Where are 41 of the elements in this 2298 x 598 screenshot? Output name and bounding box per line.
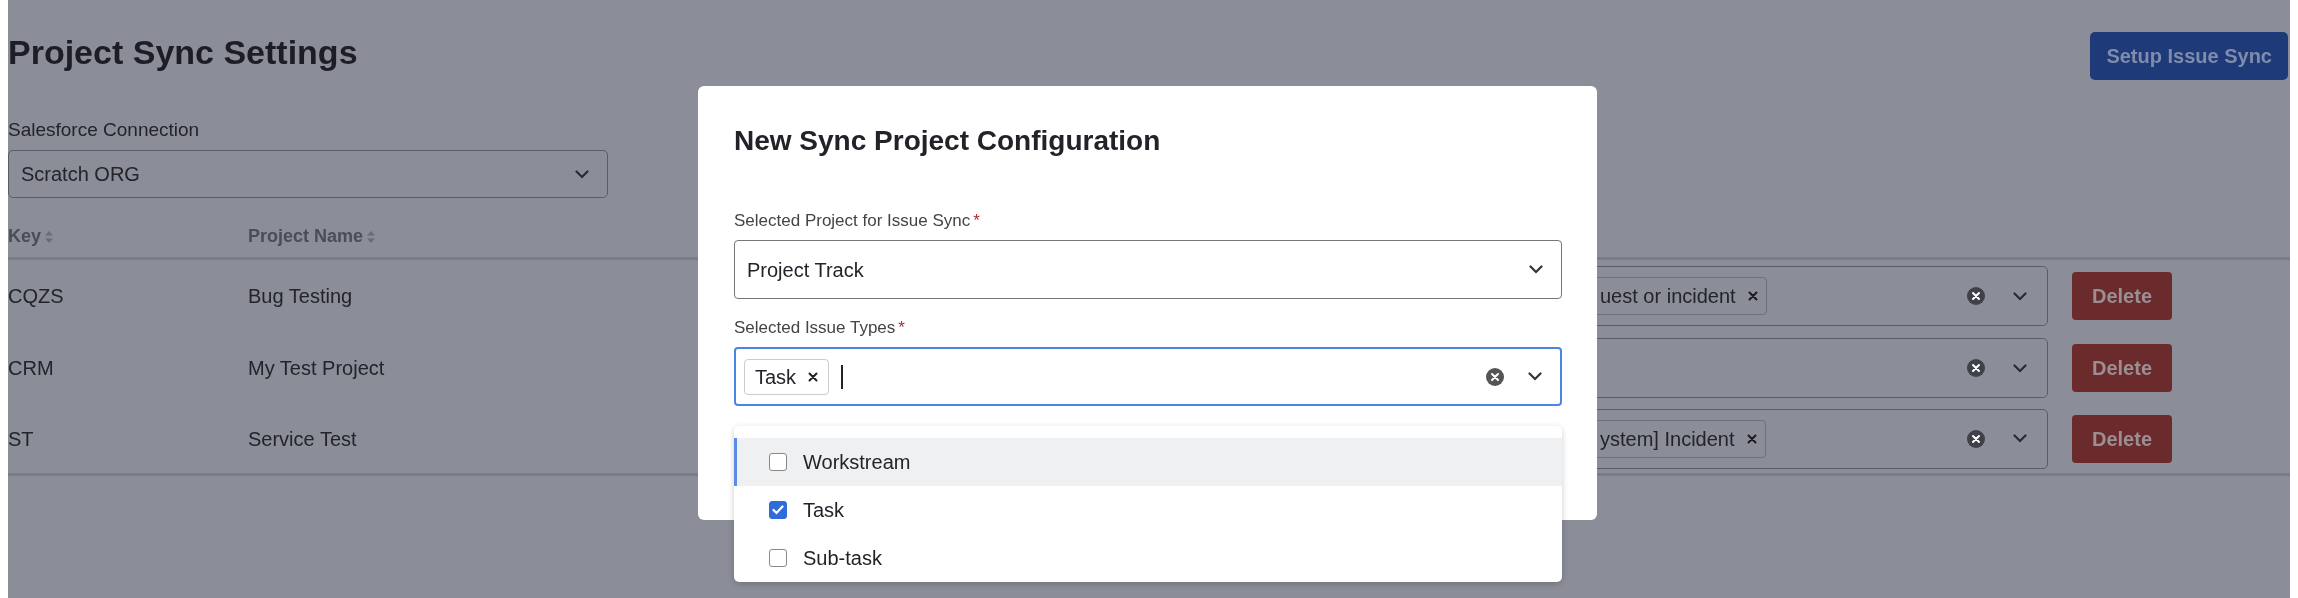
dropdown-option[interactable]: Task (734, 486, 1562, 534)
remove-icon (1747, 291, 1758, 301)
table-cell-text: ST (8, 426, 34, 452)
clear-icon (1967, 429, 1985, 448)
clear-icon (1486, 367, 1504, 386)
connection-select[interactable]: Scratch ORG (8, 150, 608, 198)
issue-types-select[interactable]: Task (734, 347, 1562, 406)
chevron-down-icon (2013, 363, 2027, 373)
table-cell-text: Service Test (248, 426, 357, 452)
text-cursor (841, 364, 844, 389)
chevron-down-icon (575, 169, 589, 179)
delete-button[interactable]: Delete (2072, 272, 2172, 320)
table-cell-text: CRM (8, 356, 54, 381)
dropdown-option[interactable]: Workstream (734, 438, 1562, 486)
clear-icon (1967, 287, 1985, 305)
checkbox[interactable] (769, 549, 787, 567)
column-header[interactable]: Key (8, 223, 42, 250)
delete-button[interactable]: Delete (2072, 344, 2172, 392)
checkbox[interactable] (769, 501, 787, 519)
modal-title: New Sync Project Configuration (734, 124, 1161, 158)
table-cell-text: Bug Testing (248, 284, 353, 309)
field-label: Selected Issue Types * (734, 317, 905, 339)
column-header[interactable]: Project Name (248, 223, 364, 250)
chevron-down-icon (1529, 265, 1543, 274)
chevron-down-icon (2013, 291, 2027, 301)
field-label: Salesforce Connection (8, 118, 200, 142)
remove-icon (808, 371, 819, 382)
field-label: Selected Project for Issue Sync * (734, 210, 980, 232)
checkbox[interactable] (769, 453, 787, 471)
clear-icon (1967, 359, 1985, 377)
table-cell-text: CQZS (8, 284, 64, 309)
delete-button[interactable]: Delete (2072, 414, 2172, 463)
remove-icon (1746, 433, 1757, 444)
setup-button[interactable]: Setup Issue Sync (2090, 32, 2288, 80)
table-cell-text: My Test Project (248, 356, 385, 381)
page-title: Project Sync Settings (8, 32, 358, 73)
chevron-down-icon (2013, 434, 2027, 443)
project-select[interactable]: Project Track (734, 240, 1562, 299)
dropdown-option[interactable]: Sub-task (734, 534, 1562, 582)
selected-tag: Task (744, 358, 830, 395)
chevron-down-icon (1528, 372, 1542, 381)
